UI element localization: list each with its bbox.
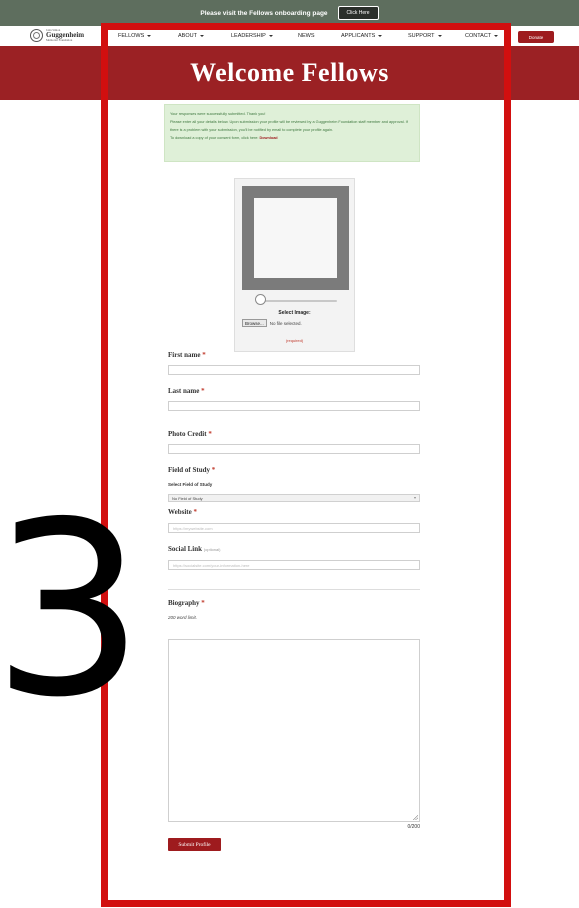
website-label: Website * — [168, 508, 197, 516]
photo-required-note: (required) — [285, 338, 304, 343]
nav-item-news[interactable]: NEWS — [298, 31, 341, 41]
nav-item-leadership[interactable]: LEADERSHIP — [231, 31, 298, 41]
success-line-3: To download a copy of your consent form,… — [170, 136, 278, 140]
nav-item-contact[interactable]: CONTACT — [465, 31, 510, 41]
no-file-text: No file selected. — [269, 320, 302, 326]
foundation-seal-icon — [30, 29, 43, 42]
section-divider — [168, 589, 420, 590]
photo-credit-label: Photo Credit * — [168, 430, 212, 438]
success-line-1: Your responses were successfully submitt… — [170, 112, 266, 116]
zoom-slider-handle[interactable] — [255, 294, 266, 305]
biography-label: Biography * — [168, 599, 205, 607]
nav-menu: FELLOWS ABOUT LEADERSHIP NEWS APPLICANTS… — [118, 31, 510, 41]
biography-textarea[interactable] — [168, 639, 420, 822]
chevron-down-icon — [199, 35, 204, 37]
download-consent-link[interactable]: Download — [259, 136, 277, 140]
select-image-label: Select Image: — [278, 310, 311, 316]
last-name-input[interactable] — [168, 401, 420, 411]
browse-button[interactable]: Browse... — [242, 319, 267, 327]
word-counter: 0/200 — [407, 824, 420, 830]
website-input[interactable]: https://mywebsite.com — [168, 523, 420, 533]
chevron-down-icon — [147, 35, 152, 37]
onboarding-click-here-button[interactable]: Click Here — [337, 6, 379, 20]
biography-word-limit-note: 200 word limit. — [168, 615, 198, 620]
zoom-slider-track[interactable] — [259, 300, 337, 302]
last-name-label: Last name * — [168, 387, 205, 395]
nav-item-applicants[interactable]: APPLICANTS — [341, 31, 408, 41]
field-of-study-sublabel: Select Field of Study — [168, 482, 213, 487]
annotation-number: 3 — [0, 470, 145, 750]
announcement-bar: Please visit the Fellows onboarding page… — [0, 0, 579, 26]
chevron-down-icon — [378, 35, 383, 37]
first-name-label: First name * — [168, 351, 206, 359]
nav-item-support[interactable]: SUPPORT — [408, 31, 465, 41]
file-picker: Browse... No file selected. — [242, 319, 302, 327]
photo-crop-area[interactable] — [242, 186, 349, 290]
photo-placeholder — [254, 198, 337, 278]
field-of-study-label: Field of Study * — [168, 466, 216, 474]
chevron-down-icon — [268, 35, 273, 37]
social-link-input[interactable]: https://socialsite.com/your-information-… — [168, 560, 420, 570]
nav-item-about[interactable]: ABOUT — [178, 31, 231, 41]
resize-grip-icon[interactable] — [413, 815, 418, 820]
submit-profile-button[interactable]: Submit Profile — [168, 838, 221, 851]
logo-line-3: Memorial Foundation — [46, 38, 73, 42]
hero-banner: Welcome Fellows — [0, 46, 579, 100]
field-of-study-select[interactable]: No Field of Study — [168, 494, 420, 502]
chevron-down-icon — [437, 35, 442, 37]
chevron-down-icon — [494, 35, 499, 37]
nav-item-fellows[interactable]: FELLOWS — [118, 31, 178, 41]
success-line-2: Please enter all your details below. Upo… — [170, 120, 408, 132]
success-message: Your responses were successfully submitt… — [164, 104, 420, 162]
site-logo[interactable]: John Simon Guggenheim Memorial Foundatio… — [30, 29, 84, 42]
social-link-label: Social Link (optional) — [168, 545, 221, 553]
announcement-text: Please visit the Fellows onboarding page — [200, 9, 328, 17]
main-navigation: John Simon Guggenheim Memorial Foundatio… — [0, 26, 579, 46]
page-title: Welcome Fellows — [190, 58, 389, 87]
photo-credit-input[interactable] — [168, 444, 420, 454]
first-name-input[interactable] — [168, 365, 420, 375]
donate-button[interactable]: Donate — [518, 31, 554, 43]
chevron-down-icon — [414, 497, 416, 499]
photo-upload-widget: Select Image: Browse... No file selected… — [234, 178, 355, 352]
